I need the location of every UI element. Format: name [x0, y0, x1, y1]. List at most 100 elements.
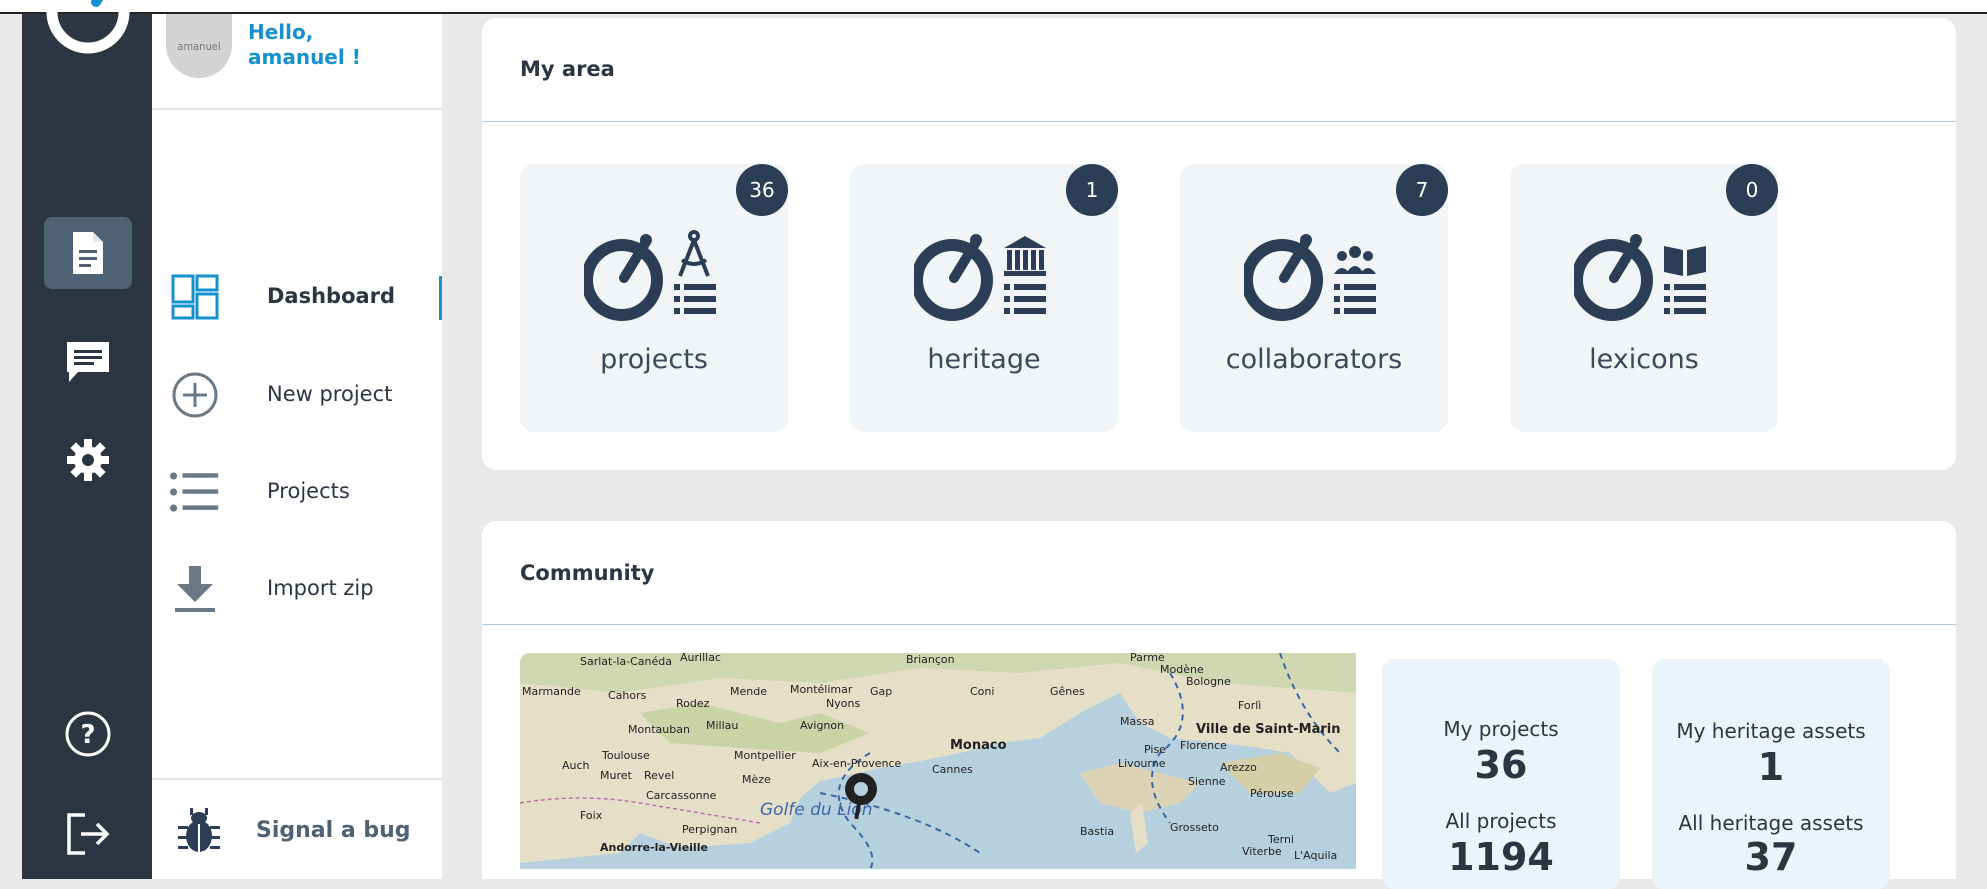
map-place: Millau	[706, 719, 738, 732]
map-place: Massa	[1120, 715, 1154, 728]
collaborators-people-icon	[1244, 234, 1376, 321]
projects-tile[interactable]: 36 projects	[520, 164, 788, 432]
map-place: Avignon	[800, 719, 844, 732]
stat-value: 1	[1757, 745, 1785, 789]
stat-value: 37	[1744, 835, 1798, 879]
help-button[interactable]: ?	[44, 698, 132, 770]
heritage-assets-stat: My heritage assets 1 All heritage assets…	[1652, 659, 1890, 889]
logout-icon	[67, 813, 110, 855]
sidebar-item-dashboard[interactable]: Dashboard	[152, 262, 442, 332]
section-title: Community	[520, 561, 655, 585]
map-place: Andorre-la-Vieille	[600, 841, 708, 854]
signal-bug-label: Signal a bug	[256, 818, 411, 843]
help-icon: ?	[65, 711, 111, 757]
stat-value: 1194	[1448, 835, 1554, 879]
map-place: Forlì	[1238, 699, 1261, 712]
heritage-building-icon	[914, 234, 1046, 321]
map-place: Bastia	[1080, 825, 1114, 838]
map-place: Toulouse	[601, 749, 650, 762]
sidebar-item-label: Import zip	[267, 576, 374, 600]
divider	[152, 778, 442, 780]
map-place: Florence	[1180, 739, 1227, 752]
map-place: Auch	[562, 759, 590, 772]
map-place: Coni	[970, 685, 994, 698]
map-place: Pérouse	[1250, 787, 1294, 800]
divider	[482, 121, 1956, 122]
tile-label: projects	[600, 344, 708, 375]
map-place: Mende	[730, 685, 767, 698]
map-place: Montélimar	[790, 683, 853, 696]
section-title: My area	[520, 57, 615, 81]
map-place: Bologne	[1186, 675, 1231, 688]
signal-bug-button[interactable]: Signal a bug	[172, 804, 432, 856]
logout-button[interactable]	[44, 798, 132, 870]
settings-button[interactable]	[44, 424, 132, 496]
map-place: Montauban	[628, 723, 690, 736]
greeting-user: amanuel !	[248, 45, 361, 69]
sidebar-item-new-project[interactable]: New project	[152, 360, 442, 430]
map-place: Marmande	[522, 685, 581, 698]
map-place: Ville de Saint-Marin	[1196, 722, 1340, 737]
chat-icon	[67, 342, 109, 382]
map-place: Briançon	[906, 653, 955, 666]
svg-text:?: ?	[80, 720, 95, 750]
sidebar: amanuel Hello, amanuel ! Dashboard New p…	[152, 14, 442, 879]
map-place: Livourne	[1118, 757, 1166, 770]
community-card: Community Aurillac Briançon Parme Modène…	[482, 521, 1956, 889]
divider	[482, 624, 1956, 625]
map-place: Perpignan	[682, 823, 737, 836]
map-place: Pise	[1144, 743, 1166, 756]
map-place: Montpellier	[734, 749, 796, 762]
stat-label: All heritage assets	[1678, 811, 1864, 835]
stat-label: My heritage assets	[1676, 719, 1866, 743]
map-place: Monaco	[950, 738, 1007, 753]
map-place: Nyons	[826, 697, 860, 710]
avatar[interactable]: amanuel	[166, 14, 232, 78]
sidebar-item-projects[interactable]: Projects	[152, 457, 442, 527]
chat-button[interactable]	[44, 326, 132, 398]
heritage-tile[interactable]: 1 heritage	[850, 164, 1118, 432]
greeting: Hello, amanuel !	[248, 20, 361, 70]
sidebar-item-label: Projects	[267, 479, 350, 503]
icon-rail: ?	[22, 0, 152, 879]
map-place: L'Aquila	[1294, 849, 1337, 862]
tile-label: lexicons	[1589, 344, 1699, 375]
map-place: Muret	[600, 769, 633, 782]
my-projects-stat: My projects 36 All projects 1194	[1382, 659, 1620, 889]
my-area-card: My area 36 projects 1 heritage 7 collabo…	[482, 18, 1956, 470]
lexicons-tile[interactable]: 0 lexicons	[1510, 164, 1778, 432]
bug-icon	[178, 808, 220, 852]
stat-value: 36	[1474, 743, 1528, 787]
map-land: Aurillac Briançon Parme Modène Bologne S…	[520, 653, 1356, 869]
map-place: Mèze	[742, 773, 771, 786]
map-place: Viterbe	[1242, 845, 1282, 858]
sidebar-item-import-zip[interactable]: Import zip	[152, 554, 442, 624]
avatar-text: amanuel	[177, 39, 221, 53]
count-badge: 1	[1066, 164, 1118, 216]
map-place: Rodez	[676, 697, 710, 710]
documents-button[interactable]	[44, 217, 132, 289]
map-place: Cannes	[932, 763, 973, 776]
document-icon	[73, 232, 103, 274]
projects-compass-icon	[584, 230, 716, 321]
map-place: Aurillac	[680, 653, 721, 664]
map-place: Cahors	[608, 689, 647, 702]
map-place: Gap	[870, 685, 892, 698]
plus-circle-icon	[172, 372, 218, 418]
count-badge: 36	[736, 164, 788, 216]
map-place: Sarlat-la-Canéda	[580, 655, 672, 668]
map-place: Revel	[644, 769, 674, 782]
list-icon	[170, 472, 219, 512]
tile-label: collaborators	[1225, 344, 1403, 375]
count-badge: 0	[1726, 164, 1778, 216]
app-logo-icon[interactable]	[38, 0, 138, 62]
collaborators-tile[interactable]: 7 collaborators	[1180, 164, 1448, 432]
map-place: Grosseto	[1170, 821, 1219, 834]
download-icon	[175, 566, 215, 612]
map-place: Carcassonne	[646, 789, 717, 802]
map-place: Arezzo	[1220, 761, 1257, 774]
map-place: Gênes	[1050, 685, 1085, 698]
greeting-line1: Hello,	[248, 20, 314, 44]
window-top-edge	[0, 0, 1987, 14]
community-map[interactable]: Aurillac Briançon Parme Modène Bologne S…	[520, 653, 1356, 869]
